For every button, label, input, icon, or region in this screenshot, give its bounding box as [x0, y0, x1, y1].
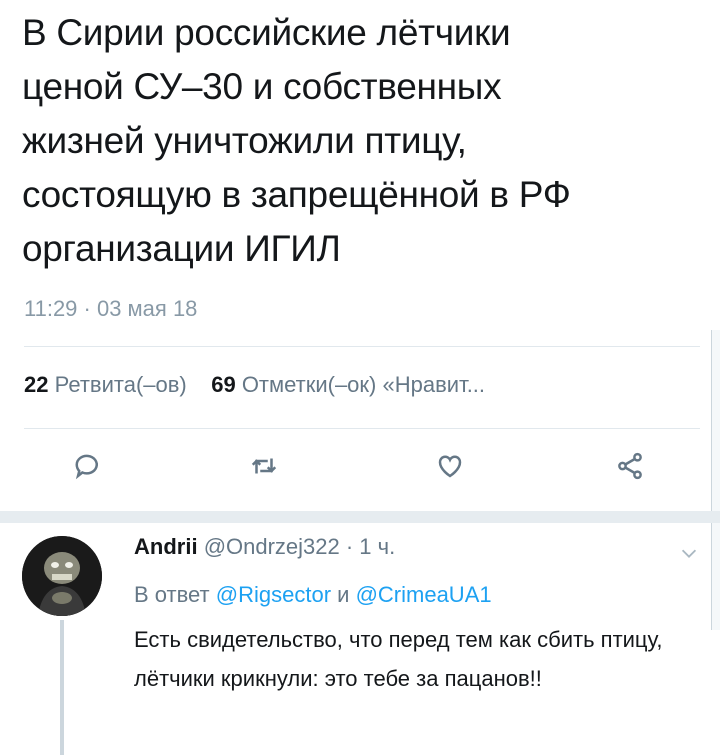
retweet-button[interactable]: [246, 448, 282, 484]
divider: [24, 346, 700, 347]
reply-menu-button[interactable]: [678, 542, 700, 564]
thread-line: [60, 620, 64, 755]
reply-icon: [75, 454, 98, 480]
retweets-count[interactable]: 22: [24, 372, 48, 397]
reply-text: Есть свидетельство, что перед тем как сб…: [134, 627, 663, 691]
likes-count[interactable]: 69: [211, 372, 235, 397]
chevron-down-icon: [681, 549, 697, 558]
retweets-label[interactable]: Ретвита(–ов): [55, 372, 187, 397]
reply-to-prefix: В ответ: [134, 582, 210, 607]
scrollbar[interactable]: [711, 330, 720, 630]
tweet-timestamp[interactable]: 11:29 · 03 мая 18: [24, 296, 197, 322]
like-icon: [438, 455, 462, 478]
mention-link[interactable]: @CrimeaUA1: [356, 582, 492, 607]
tweet-stats: 22 Ретвита(–ов) 69 Отметки(–ок) «Нравит.…: [24, 372, 485, 398]
tweet-text: В Сирии российские лётчики ценой СУ–30 и…: [22, 12, 571, 269]
reply-to-and: и: [337, 582, 350, 607]
avatar-image: [22, 536, 102, 616]
reply-button[interactable]: [70, 448, 106, 484]
reply-handle-time[interactable]: @Ondrzej322 · 1 ч.: [204, 534, 396, 559]
share-button[interactable]: [612, 448, 648, 484]
like-button[interactable]: [432, 448, 468, 484]
retweet-icon: [251, 458, 277, 474]
reply-to-line: В ответ @Rigsector и @CrimeaUA1: [134, 582, 492, 608]
likes-label[interactable]: Отметки(–ок) «Нравит...: [242, 372, 485, 397]
share-icon: [618, 452, 642, 480]
reply-header: Andrii @Ondrzej322 · 1 ч.: [134, 534, 395, 560]
section-separator: [0, 511, 720, 523]
tweet-actions: [0, 448, 720, 488]
mention-link[interactable]: @Rigsector: [216, 582, 331, 607]
avatar[interactable]: [22, 536, 102, 616]
divider: [24, 428, 700, 429]
reply-author-name[interactable]: Andrii: [134, 534, 198, 559]
